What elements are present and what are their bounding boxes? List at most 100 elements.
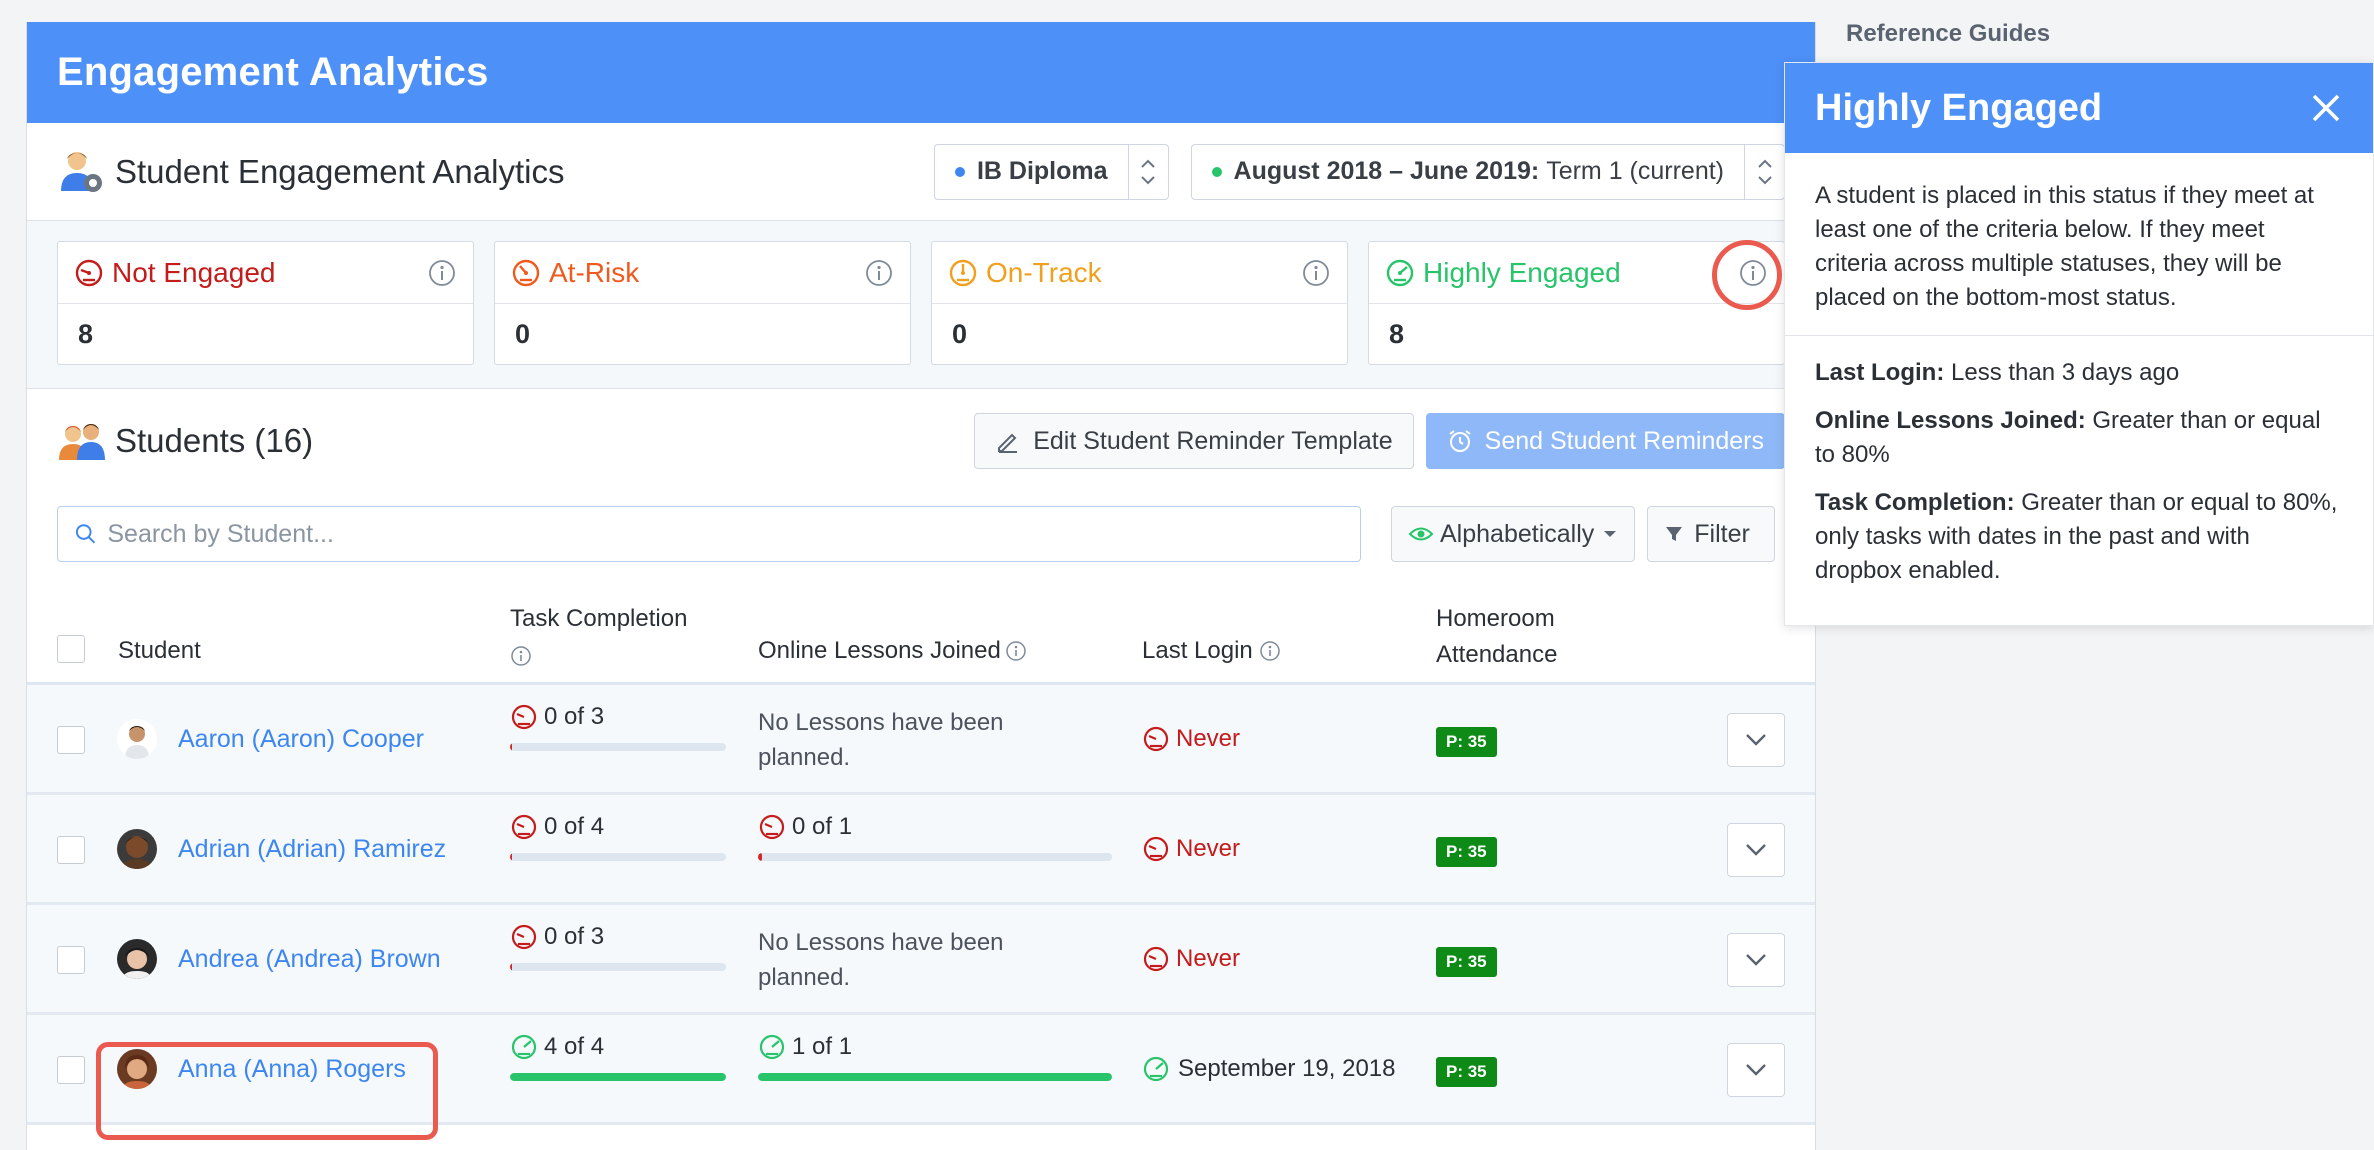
- send-reminders-label: Send Student Reminders: [1484, 426, 1764, 455]
- status-label: Highly Engaged: [1423, 256, 1621, 288]
- avatar: [117, 719, 157, 759]
- gauge-icon: [759, 1034, 785, 1060]
- criteria-label: Online Lessons Joined:: [1815, 407, 2086, 434]
- chevron-down-icon: [1746, 954, 1766, 966]
- program-stepper-icon[interactable]: [1127, 144, 1168, 199]
- online-lessons-cell: 1 of 1: [758, 1033, 1112, 1081]
- status-info-popover: Highly Engaged A student is placed in th…: [1784, 62, 2374, 626]
- program-selector[interactable]: IB Diploma: [933, 143, 1169, 200]
- avatar: [117, 939, 157, 979]
- edit-reminder-template-button[interactable]: Edit Student Reminder Template: [974, 413, 1414, 469]
- info-icon[interactable]: [1301, 258, 1331, 288]
- chevron-down-icon: [1746, 1064, 1766, 1076]
- attendance-badge: P: 35: [1436, 727, 1497, 757]
- row-expand-button[interactable]: [1727, 713, 1785, 767]
- student-name-link[interactable]: Andrea (Andrea) Brown: [178, 945, 441, 974]
- gauge-icon: [759, 814, 785, 840]
- no-lessons-text-line2: planned.: [758, 964, 851, 991]
- info-icon[interactable]: [864, 258, 894, 288]
- gauge-icon: [511, 924, 537, 950]
- last-login-cell: September 19, 2018: [1142, 1055, 1396, 1083]
- task-completion-cell: 0 of 4: [510, 813, 726, 861]
- table-row: Aaron (Aaron) Cooper 0 of 3 No Lessons h…: [27, 685, 1815, 795]
- task-completion-cell: 0 of 3: [510, 923, 726, 971]
- row-checkbox[interactable]: [57, 946, 85, 974]
- caret-down-icon: [1604, 531, 1617, 537]
- info-icon[interactable]: [510, 645, 532, 667]
- column-header-student[interactable]: Student: [118, 637, 201, 665]
- task-completion-cell: 0 of 3: [510, 703, 726, 751]
- reference-guides-title: Reference Guides: [1846, 20, 2051, 47]
- students-title: Students (16): [115, 422, 314, 459]
- gauge-icon: [949, 259, 977, 286]
- last-login-value: Never: [1176, 725, 1241, 752]
- column-header-task-completion[interactable]: Task Completion: [510, 601, 687, 673]
- term-selector[interactable]: August 2018 – June 2019: Term 1 (current…: [1190, 143, 1785, 200]
- last-login-value: Never: [1176, 835, 1241, 862]
- funnel-icon: [1666, 527, 1683, 541]
- chevron-down-icon: [1746, 844, 1766, 856]
- status-label: On-Track: [986, 256, 1102, 288]
- term-dot: [1211, 166, 1222, 177]
- popover-title: Highly Engaged: [1815, 86, 2103, 129]
- students-icon: [57, 416, 107, 466]
- column-header-attendance-line1: Homeroom: [1436, 605, 1555, 632]
- status-label: At-Risk: [549, 256, 640, 288]
- student-search[interactable]: [57, 506, 1361, 562]
- row-checkbox[interactable]: [57, 836, 85, 864]
- chevron-down-icon: [1746, 734, 1766, 746]
- column-header-login-label: Last Login: [1142, 637, 1253, 664]
- gauge-icon: [1143, 946, 1169, 972]
- task-progress-bar: [510, 853, 726, 861]
- filter-button[interactable]: Filter: [1647, 506, 1775, 562]
- alarm-clock-icon: [1449, 430, 1471, 452]
- status-card-at-risk: At-Risk 0: [494, 241, 911, 365]
- row-expand-button[interactable]: [1727, 1043, 1785, 1097]
- last-login-cell: Never: [1142, 945, 1240, 973]
- criteria-online-lessons: Online Lessons Joined: Greater than or e…: [1815, 404, 2343, 472]
- no-lessons-text-line1: No Lessons have been: [758, 929, 1004, 956]
- eye-icon: [1408, 527, 1434, 541]
- sort-dropdown[interactable]: Alphabetically: [1391, 506, 1636, 562]
- attendance-badge: P: 35: [1436, 1057, 1497, 1087]
- task-progress-fill: [510, 1073, 726, 1081]
- table-row: Andrea (Andrea) Brown 0 of 3 No Lessons …: [27, 905, 1815, 1015]
- info-icon[interactable]: [427, 258, 457, 288]
- search-input[interactable]: [107, 519, 1344, 549]
- student-name-link[interactable]: Adrian (Adrian) Ramirez: [178, 835, 446, 864]
- task-value: 4 of 4: [544, 1033, 605, 1060]
- task-progress-bar: [510, 1073, 726, 1081]
- send-reminders-button[interactable]: Send Student Reminders: [1425, 413, 1785, 469]
- gauge-icon: [1143, 836, 1169, 862]
- status-summary: Not Engaged 8 At-Risk 0 On-Track 0 Highl…: [27, 221, 1815, 389]
- student-analytics-icon: [57, 147, 107, 197]
- column-header-homeroom-attendance[interactable]: Homeroom Attendance: [1436, 601, 1557, 673]
- status-count: 0: [515, 318, 531, 349]
- row-expand-button[interactable]: [1727, 823, 1785, 877]
- task-progress-bar: [510, 963, 726, 971]
- select-all-checkbox[interactable]: [57, 635, 85, 663]
- gauge-icon: [1386, 259, 1414, 286]
- info-icon[interactable]: [1005, 640, 1027, 662]
- row-checkbox[interactable]: [57, 726, 85, 754]
- app-title: Engagement Analytics: [57, 50, 489, 94]
- gauge-icon: [511, 704, 537, 730]
- status-count: 8: [78, 318, 94, 349]
- gauge-icon: [1143, 1056, 1169, 1082]
- lessons-progress-fill: [758, 853, 762, 861]
- table-header: Student Task Completion Online Lessons J…: [27, 585, 1815, 685]
- highlight-circle: [1712, 240, 1782, 310]
- row-checkbox[interactable]: [57, 1056, 85, 1084]
- search-row: Alphabetically Filter: [27, 493, 1815, 575]
- term-selector-term: Term 1 (current): [1546, 157, 1724, 185]
- program-dot: [954, 166, 965, 177]
- row-expand-button[interactable]: [1727, 933, 1785, 987]
- close-icon[interactable]: [2309, 91, 2343, 125]
- gauge-icon: [511, 1034, 537, 1060]
- column-header-last-login[interactable]: Last Login: [1142, 637, 1281, 665]
- column-header-online-lessons[interactable]: Online Lessons Joined: [758, 637, 1027, 665]
- term-stepper-icon[interactable]: [1744, 144, 1784, 199]
- info-icon[interactable]: [1259, 640, 1281, 662]
- popover-criteria: Last Login: Less than 3 days ago Online …: [1785, 336, 2373, 622]
- student-name-link[interactable]: Aaron (Aaron) Cooper: [178, 725, 424, 754]
